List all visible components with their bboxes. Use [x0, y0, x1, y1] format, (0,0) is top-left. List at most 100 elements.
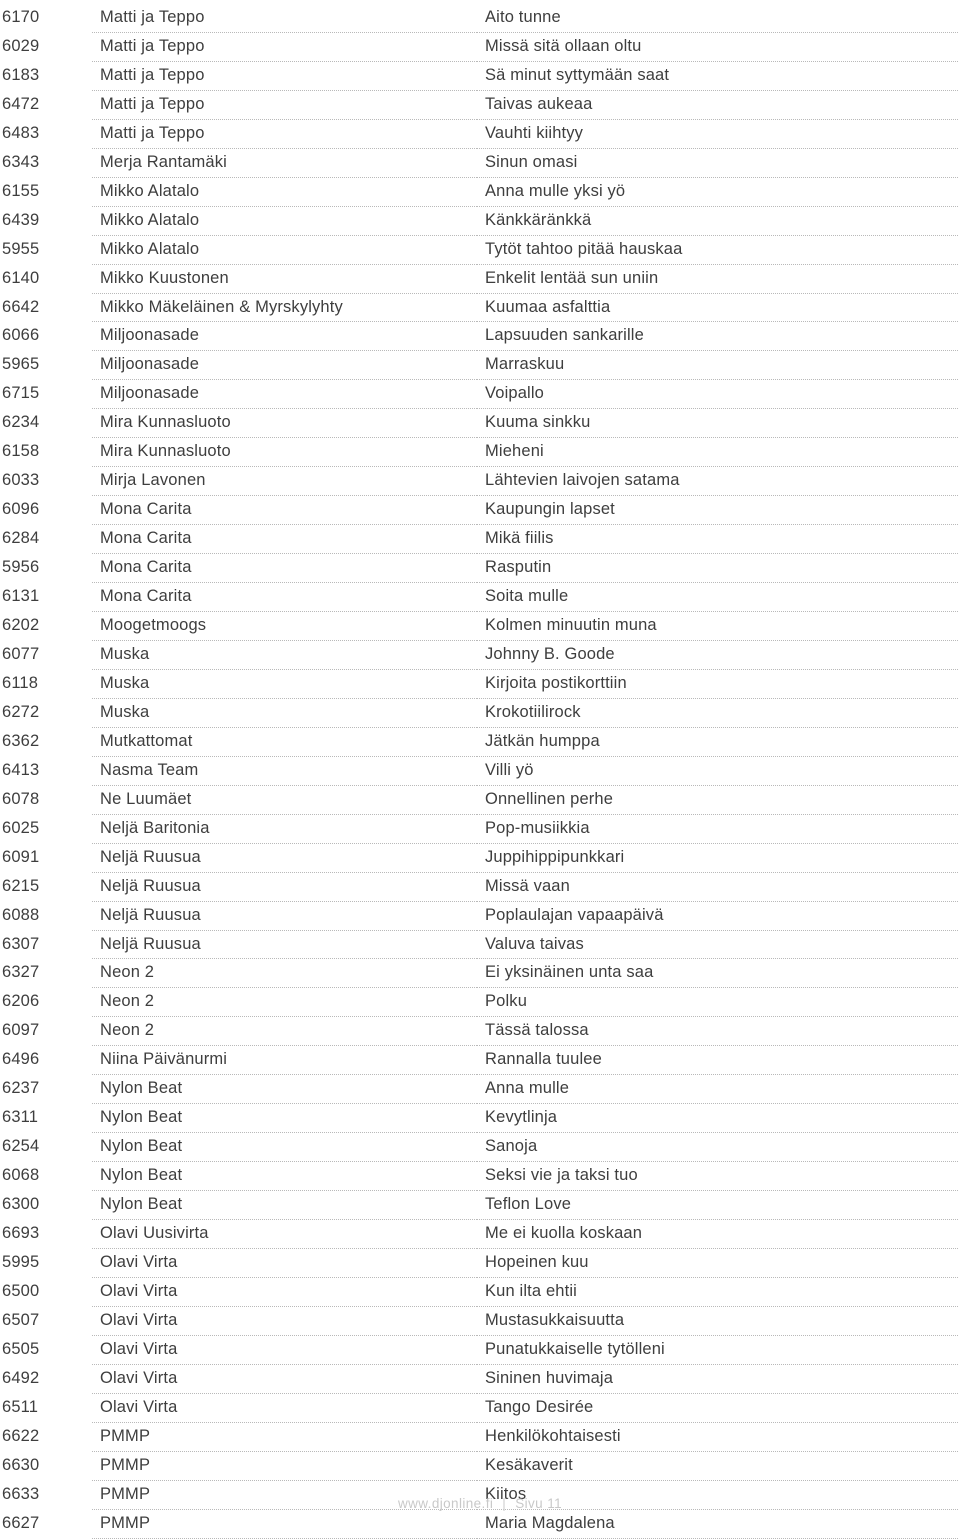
song-artist: Olavi Virta: [92, 1248, 477, 1278]
song-artist: Muska: [92, 669, 477, 699]
song-title: Teflon Love: [477, 1190, 958, 1221]
table-row: 6183 Matti ja Teppo Sä minut syttymään saa…: [0, 61, 958, 91]
table-row: 6327 Neon 2 Ei yksinäinen unta saa: [0, 958, 958, 989]
song-artist: Mikko Alatalo: [92, 177, 477, 207]
song-artist: Mira Kunnasluoto: [92, 437, 477, 468]
song-code: 6307: [2, 934, 40, 953]
song-title: Ei yksinäinen unta saa: [477, 958, 958, 989]
song-title: Sinun omasi: [477, 148, 958, 178]
song-title: Anna mulle yksi yö: [477, 177, 958, 207]
song-artist: Matti ja Teppo: [92, 32, 477, 62]
song-artist: Miljoonasade: [92, 321, 477, 352]
song-code: 5965: [2, 355, 40, 374]
song-artist: Neon 2: [92, 1016, 477, 1047]
song-artist: Neljä Baritonia: [92, 814, 477, 844]
catalog-page: 6170 Matti ja Teppo Aito tunne 6029 Matti ja…: [0, 0, 960, 1539]
song-code: 6511: [2, 1397, 39, 1416]
song-artist: Nasma Team: [92, 756, 477, 786]
song-artist: Merja Rantamäki: [92, 148, 477, 178]
song-artist: Mona Carita: [92, 524, 477, 555]
song-code: 6131: [2, 587, 40, 606]
song-artist: Nylon Beat: [92, 1103, 477, 1134]
song-artist: Neon 2: [92, 987, 477, 1018]
song-title: Anna mulle: [477, 1074, 958, 1105]
song-artist: Miljoonasade: [92, 379, 477, 410]
song-title: Kuuma sinkku: [477, 408, 958, 439]
table-row: 6033 Mirja Lavonen Lähtevien laivojen sata…: [0, 466, 958, 497]
song-title: Kolmen minuutin muna: [477, 611, 958, 641]
song-title: Rasputin: [477, 553, 958, 584]
song-title: Kesäkaverit: [477, 1451, 958, 1481]
song-code: 6284: [2, 529, 40, 548]
song-code: 6155: [2, 181, 40, 200]
footer-site-url: www.djonline.fi: [397, 1496, 494, 1511]
song-code: 6413: [2, 760, 40, 779]
song-artist: Nylon Beat: [92, 1161, 477, 1192]
table-row: 6097 Neon 2 Tässä talossa: [0, 1016, 958, 1047]
song-code: 6272: [2, 702, 40, 721]
song-title: Kun ilta ehtii: [477, 1277, 958, 1307]
song-title: Jätkän humppa: [477, 727, 958, 757]
table-row: 6091 Neljä Ruusua Juppihippipunkkari: [0, 843, 958, 873]
song-code: 6118: [2, 673, 39, 692]
song-artist: Ne Luumäet: [92, 785, 477, 815]
song-code: 6472: [2, 94, 40, 113]
song-table: 6170 Matti ja Teppo Aito tunne 6029 Matti ja…: [0, 4, 958, 1539]
table-row: 6311 Nylon Beat Kevytlinja: [0, 1103, 958, 1134]
song-artist: PMMP: [92, 1422, 477, 1452]
song-artist: Neon 2: [92, 958, 477, 989]
table-row: 5995 Olavi Virta Hopeinen kuu: [0, 1248, 958, 1278]
song-title: Tytöt tahtoo pitää hauskaa: [477, 235, 958, 265]
table-row: 6234 Mira Kunnasluoto Kuuma sinkku: [0, 408, 958, 439]
song-code: 6170: [2, 8, 40, 27]
table-row: 6693 Olavi Uusivirta Me ei kuolla koskaan: [0, 1219, 958, 1249]
song-code: 5955: [2, 239, 40, 258]
song-code: 6066: [2, 326, 40, 345]
song-artist: Mikko Alatalo: [92, 235, 477, 265]
table-row: 6088 Neljä Ruusua Poplaulajan vapaapäivä: [0, 901, 958, 931]
song-code: 6033: [2, 471, 40, 490]
song-code: 6029: [2, 36, 40, 55]
table-row: 6272 Muska Krokotiilirock: [0, 698, 958, 728]
song-title: Sininen huvimaja: [477, 1364, 958, 1394]
song-code: 6097: [2, 1021, 40, 1040]
song-code: 6158: [2, 442, 40, 461]
table-row: 6413 Nasma Team Villi yö: [0, 756, 958, 786]
song-code: 6507: [2, 1310, 40, 1329]
table-row: 6170 Matti ja Teppo Aito tunne: [0, 4, 958, 33]
song-title: Rannalla tuulee: [477, 1045, 958, 1076]
song-artist: Niina Päivänurmi: [92, 1045, 477, 1076]
table-row: 6029 Matti ja Teppo Missä sitä ollaan oltu: [0, 32, 958, 62]
song-artist: Matti ja Teppo: [92, 119, 477, 149]
song-artist: Mutkattomat: [92, 727, 477, 757]
table-row: 6496 Niina Päivänurmi Rannalla tuulee: [0, 1045, 958, 1076]
song-code: 6140: [2, 268, 40, 287]
song-code: 6077: [2, 644, 40, 663]
song-code: 6091: [2, 847, 40, 866]
table-row: 5956 Mona Carita Rasputin: [0, 553, 958, 584]
table-row: 6500 Olavi Virta Kun ilta ehtii: [0, 1277, 958, 1307]
song-artist: Matti ja Teppo: [92, 4, 477, 33]
song-artist: PMMP: [92, 1451, 477, 1481]
song-title: Kaupungin lapset: [477, 495, 958, 526]
table-row: 6505 Olavi Virta Punatukkaiselle tytölleni: [0, 1335, 958, 1365]
song-code: 6300: [2, 1195, 40, 1214]
song-title: Sä minut syttymään saat: [477, 61, 958, 91]
song-title: Enkelit lentää sun uniin: [477, 264, 958, 294]
song-title: Henkilökohtaisesti: [477, 1422, 958, 1452]
song-artist: Neljä Ruusua: [92, 901, 477, 931]
song-artist: Nylon Beat: [92, 1074, 477, 1105]
song-code: 6311: [2, 1108, 39, 1127]
song-title: Känkkäränkkä: [477, 206, 958, 236]
song-title: Tässä talossa: [477, 1016, 958, 1047]
song-table-body: 6170 Matti ja Teppo Aito tunne 6029 Matti ja…: [0, 4, 958, 1539]
table-row: 6118 Muska Kirjoita postikorttiin: [0, 669, 958, 699]
song-code: 6362: [2, 731, 40, 750]
song-artist: Neljä Ruusua: [92, 930, 477, 960]
table-row: 6096 Mona Carita Kaupungin lapset: [0, 495, 958, 526]
table-row: 6215 Neljä Ruusua Missä vaan: [0, 872, 958, 902]
song-code: 6096: [2, 500, 40, 519]
table-row: 6284 Mona Carita Mikä fiilis: [0, 524, 958, 555]
table-row: 6622 PMMP Henkilökohtaisesti: [0, 1422, 958, 1452]
table-row: 6206 Neon 2 Polku: [0, 987, 958, 1018]
